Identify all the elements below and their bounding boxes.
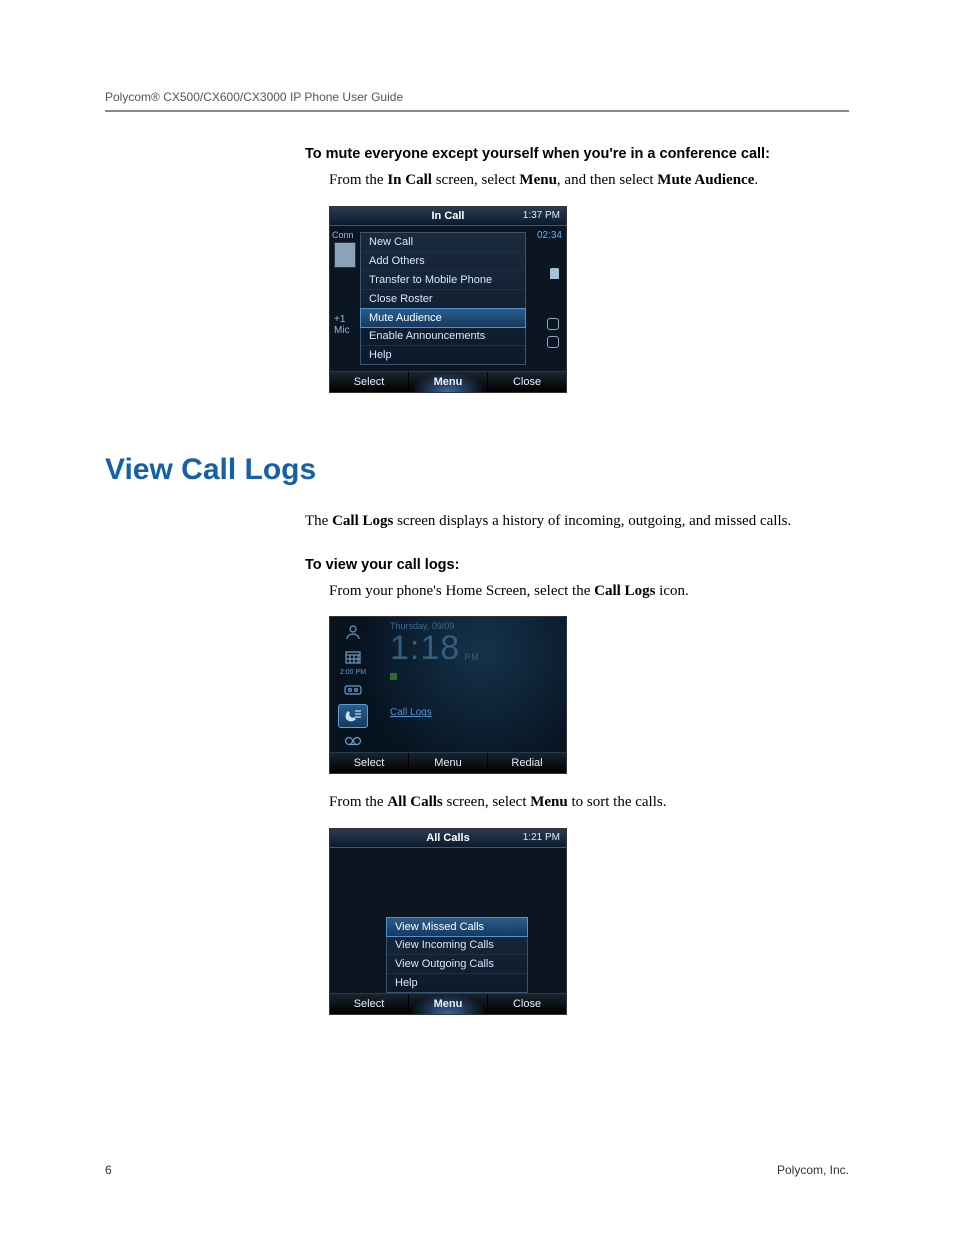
calendar-icon[interactable] (339, 646, 367, 668)
page: Polycom® CX500/CX600/CX3000 IP Phone Use… (0, 0, 954, 1235)
softkey-redial[interactable]: Redial (488, 753, 566, 773)
time-value: 1:18 (390, 629, 460, 668)
menu-item-view-missed-calls[interactable]: View Missed Calls (386, 917, 528, 937)
company-name: Polycom, Inc. (777, 1163, 849, 1177)
presence-square-icon (390, 673, 397, 680)
phone-title: All Calls (426, 832, 469, 844)
page-number: 6 (105, 1163, 112, 1177)
phone-body: Conn +1 Mic 02:34 New Call Add Others Tr… (330, 226, 566, 371)
text: From your phone's Home Screen, select th… (329, 583, 594, 599)
lock-icon (550, 268, 559, 279)
softkey-close[interactable]: Close (488, 994, 566, 1014)
main-content-2: The Call Logs screen displays a history … (305, 511, 849, 1015)
text: From the (329, 794, 387, 810)
home-sidebar: 2:00 PM (330, 617, 376, 752)
softkey-bar: Select Menu Close (330, 371, 566, 392)
calendar-time-label: 2:00 PM (339, 669, 367, 677)
menu-item-view-incoming-calls[interactable]: View Incoming Calls (387, 936, 527, 955)
softkey-menu[interactable]: Menu (409, 753, 488, 773)
subheading-view-call-logs: To view your call logs: (305, 557, 849, 573)
text: Conn (332, 230, 354, 240)
call-duration: 02:34 (537, 230, 562, 241)
page-footer: 6 Polycom, Inc. (105, 1163, 849, 1177)
menu-item-close-roster[interactable]: Close Roster (361, 290, 525, 309)
text: From the (329, 172, 387, 188)
main-content: To mute everyone except yourself when yo… (305, 146, 849, 393)
heading-view-call-logs: View Call Logs (105, 453, 849, 487)
contacts-icon[interactable] (339, 621, 367, 643)
screenshot-in-call-menu: In Call 1:37 PM Conn +1 Mic 02:34 New Ca… (329, 206, 567, 393)
phone-title: In Call (431, 210, 464, 222)
bold-call-logs-2: Call Logs (594, 583, 655, 599)
voicemail-icon[interactable] (339, 731, 367, 753)
home-time: 1:18 PM (390, 629, 480, 668)
softkey-select[interactable]: Select (330, 753, 409, 773)
avatar-icon (334, 242, 356, 268)
phone-titlebar: In Call 1:37 PM (330, 207, 566, 226)
softkey-select[interactable]: Select (330, 372, 409, 392)
home-presence-line (390, 673, 397, 680)
text: screen, select (443, 794, 530, 810)
softkey-bar: Select Menu Close (330, 993, 566, 1014)
text: screen, select (432, 172, 519, 188)
text: . (754, 172, 758, 188)
bg-connection-label: Conn (332, 230, 358, 270)
bold-in-call: In Call (387, 172, 432, 188)
home-selection-hint: Call Logs (390, 707, 432, 718)
phone-icon (547, 336, 559, 348)
menu-item-new-call[interactable]: New Call (361, 233, 525, 252)
bold-menu-2: Menu (530, 794, 568, 810)
context-menu: View Missed Calls View Incoming Calls Vi… (386, 917, 528, 993)
softkey-menu[interactable]: Menu (409, 994, 488, 1014)
screenshot-home-screen: 2:00 PM Thursday, 09/09 1:18 PM (329, 616, 567, 774)
text: Mic (334, 325, 350, 336)
phone-body: 2:00 PM Thursday, 09/09 1:18 PM (330, 617, 566, 752)
screenshot-all-calls-menu: All Calls 1:21 PM View Missed Calls View… (329, 828, 567, 1015)
call-logs-icon[interactable] (338, 704, 368, 728)
menu-item-help[interactable]: Help (361, 346, 525, 364)
paragraph-call-logs-intro: The Call Logs screen displays a history … (305, 511, 849, 533)
menu-item-transfer-to-mobile[interactable]: Transfer to Mobile Phone (361, 271, 525, 290)
text: The (305, 513, 332, 529)
bold-all-calls: All Calls (387, 794, 442, 810)
paragraph-all-calls-sort: From the All Calls screen, select Menu t… (329, 792, 849, 814)
menu-item-help[interactable]: Help (387, 974, 527, 992)
paragraph-select-call-logs-icon: From your phone's Home Screen, select th… (329, 581, 849, 603)
text: icon. (655, 583, 688, 599)
subheading-mute-audience: To mute everyone except yourself when yo… (305, 146, 849, 162)
running-head: Polycom® CX500/CX600/CX3000 IP Phone Use… (105, 90, 849, 112)
phone-body: View Missed Calls View Incoming Calls Vi… (330, 848, 566, 993)
phone-icon (547, 318, 559, 330)
time-ampm: PM (464, 652, 480, 662)
bold-menu: Menu (519, 172, 557, 188)
menu-item-add-others[interactable]: Add Others (361, 252, 525, 271)
bold-call-logs: Call Logs (332, 513, 393, 529)
softkey-menu[interactable]: Menu (409, 372, 488, 392)
phone-clock: 1:21 PM (523, 832, 560, 843)
bg-participant-label: +1 Mic (334, 314, 350, 336)
menu-item-view-outgoing-calls[interactable]: View Outgoing Calls (387, 955, 527, 974)
text: +1 (334, 314, 350, 325)
phone-titlebar: All Calls 1:21 PM (330, 829, 566, 848)
phone-clock: 1:37 PM (523, 210, 560, 221)
menu-item-enable-announcements[interactable]: Enable Announcements (361, 327, 525, 346)
paragraph-mute-audience: From the In Call screen, select Menu, an… (329, 170, 849, 192)
text: to sort the calls. (568, 794, 667, 810)
context-menu: New Call Add Others Transfer to Mobile P… (360, 232, 526, 365)
menu-item-mute-audience[interactable]: Mute Audience (360, 308, 526, 328)
text: , and then select (557, 172, 657, 188)
voicemail-list-icon[interactable] (339, 679, 367, 701)
bold-mute-audience: Mute Audience (657, 172, 754, 188)
softkey-bar: Select Menu Redial (330, 752, 566, 773)
softkey-select[interactable]: Select (330, 994, 409, 1014)
softkey-close[interactable]: Close (488, 372, 566, 392)
text: screen displays a history of incoming, o… (393, 513, 791, 529)
